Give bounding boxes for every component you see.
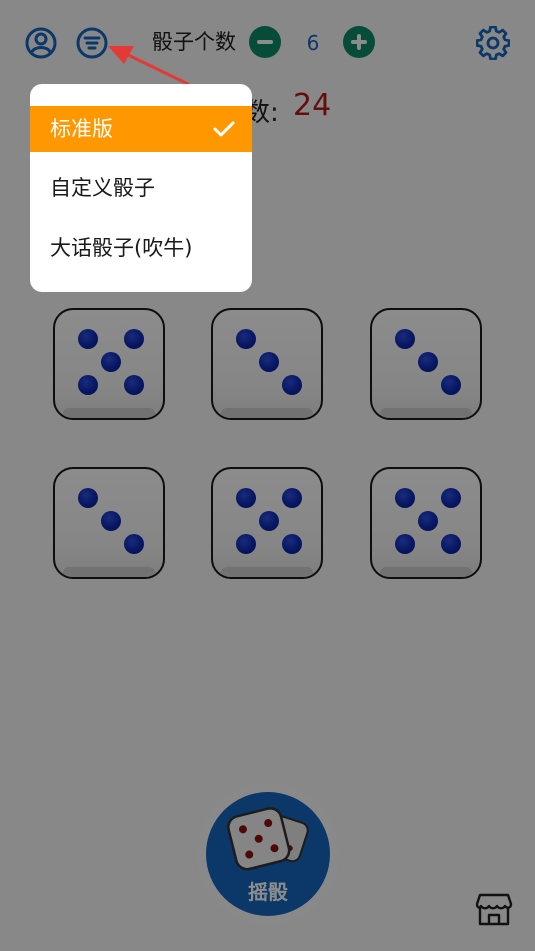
arrow-icon [108,46,190,86]
menu-item-standard[interactable]: 标准版 [30,106,252,152]
menu-item-custom[interactable]: 自定义骰子 [30,165,252,211]
menu-item-liars-dice[interactable]: 大话骰子(吹牛) [30,225,252,271]
app-screen: 骰子个数 6 数: 24 摇骰 标准版 自定义骰子 大话骰子(吹牛) [0,0,535,951]
menu-item-label: 标准版 [50,117,113,141]
version-menu: 标准版 自定义骰子 大话骰子(吹牛) [30,84,252,292]
menu-item-label: 大话骰子(吹牛) [50,236,193,260]
check-icon [213,121,235,137]
menu-item-label: 自定义骰子 [50,176,155,200]
